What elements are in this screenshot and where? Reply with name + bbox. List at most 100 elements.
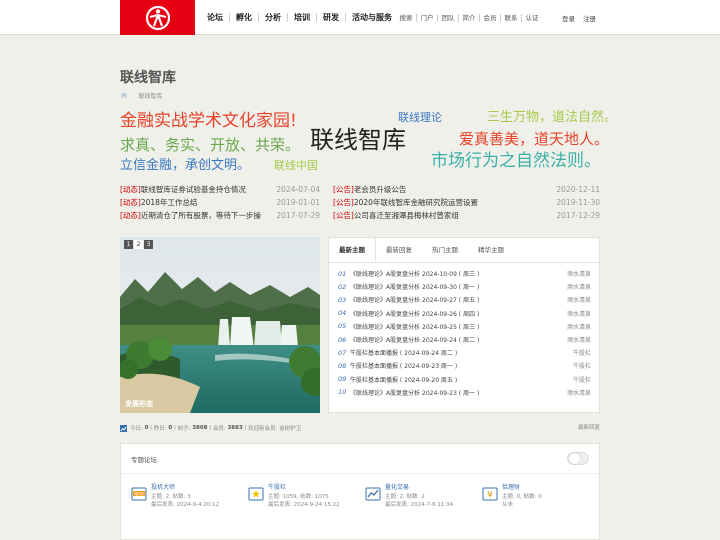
tab-latest-replies[interactable]: 最新回复 (376, 238, 422, 262)
list-item[interactable]: 09 牛股栏基本面播报 ( 2024-09-20 周五 ) 牛股栏 (338, 373, 591, 386)
board-last-post: 从未 (502, 502, 514, 508)
thread-title[interactable]: 《联线理论》A股复盘分析 2024-09-30 ( 周一 ) (350, 282, 567, 291)
thread-number: 03 (338, 295, 347, 304)
list-item[interactable]: 02 《联线理论》A股复盘分析 2024-09-30 ( 周一 ) 濒水清泉 (338, 280, 591, 293)
breadcrumb-current[interactable]: 联线智库 (138, 91, 162, 100)
collapse-toggle[interactable] (567, 452, 589, 465)
subnav-members[interactable]: 会员 (480, 13, 501, 22)
nav-events[interactable]: 活动与服务 (346, 13, 398, 22)
list-item[interactable]: 07 牛股栏基本面播报 ( 2024-09-24 周二 ) 牛股栏 (338, 346, 591, 359)
tab-featured-threads[interactable]: 精华主题 (468, 238, 514, 262)
page-title: 联线智库 (120, 70, 176, 86)
thread-title[interactable]: 《联线理论》A股复盘分析 2024-09-25 ( 周三 ) (350, 322, 567, 331)
banner-center-title: 联线智库 (310, 126, 406, 154)
thread-title[interactable]: 牛股栏基本面播报 ( 2024-09-23 周一 ) (350, 361, 573, 370)
stats-welcome[interactable]: 欢迎新会员: 金树护卫 (248, 424, 301, 432)
news-title[interactable]: 联线智库证券试验基金持仓情况 (141, 185, 246, 194)
board-counts: 主题: 1059, 帖数: 1075 (268, 493, 329, 500)
register-link[interactable]: 注册 (583, 13, 596, 23)
subnav-contact[interactable]: 联系 (501, 13, 522, 22)
thread-author[interactable]: 濒水清泉 (567, 282, 591, 291)
list-item[interactable]: 10 《联线理论》A股复盘分析 2024-09-23 ( 周一 ) 濒水清泉 (338, 386, 591, 399)
star-badge-icon (248, 487, 264, 501)
subnav-search[interactable]: 搜索 (396, 13, 417, 22)
waterfall-landscape-image[interactable] (120, 237, 320, 413)
thread-title[interactable]: 《联线理论》A股复盘分析 2024-09-23 ( 周一 ) (350, 388, 567, 397)
thread-title[interactable]: 《联线理论》A股复盘分析 2024-09-26 ( 周四 ) (350, 309, 567, 318)
subnav-about[interactable]: 简介 (459, 13, 480, 22)
thread-author[interactable]: 濒水清泉 (567, 295, 591, 304)
board-last-post[interactable]: 最后发表: 2024-7-6 11:34 (385, 501, 453, 510)
announcement-title[interactable]: 2020年联线智库金融研究院运营设置 (354, 198, 478, 207)
latest-reply-link[interactable]: 最新回复 (578, 423, 600, 433)
news-row[interactable]: [动态]近期清仓了所有股票，等待下一步操 2017-07-29 (120, 209, 320, 222)
board-name[interactable]: 量化交易 (385, 484, 453, 493)
board-item[interactable]: 牛股栏 主题: 1059, 帖数: 1075 最后发表: 2024-9-24 1… (248, 484, 365, 510)
news-date: 2017-07-29 (276, 211, 320, 220)
thread-title[interactable]: 《联线理论》A股复盘分析 2024-09-24 ( 周二 ) (350, 335, 567, 344)
thread-author[interactable]: 牛股栏 (573, 348, 591, 357)
news-date: 2024-07-04 (276, 185, 320, 194)
subnav-verify[interactable]: 认证 (522, 14, 542, 22)
home-icon[interactable] (120, 91, 128, 99)
slide-page-1[interactable]: 1 (124, 240, 133, 249)
slide-page-3[interactable]: 3 (144, 240, 153, 249)
forum-section-title[interactable]: 专题论坛 (131, 454, 157, 464)
thread-number: 05 (338, 322, 347, 331)
thread-title[interactable]: 牛股栏基本面播报 ( 2024-09-20 周五 ) (350, 375, 573, 384)
list-item[interactable]: 01 《联线理论》A股复盘分析 2024-10-09 ( 周三 ) 濒水清泉 (338, 267, 591, 280)
board-name[interactable]: 投机大师 (151, 484, 219, 493)
thread-title[interactable]: 《联线理论》A股复盘分析 2024-10-09 ( 周三 ) (350, 269, 567, 278)
news-row[interactable]: [动态]联线智库证券试验基金持仓情况 2024-07-04 (120, 183, 320, 196)
thread-author[interactable]: 牛股栏 (573, 375, 591, 384)
announcement-row[interactable]: [公告]2020年联线智库金融研究院运营设置 2019-11-30 (333, 196, 600, 209)
board-item[interactable]: NEW 投机大师 主题: 2, 帖数: 3 最后发表: 2024-9-4 20:… (131, 484, 248, 510)
thread-author[interactable]: 濒水清泉 (567, 309, 591, 318)
image-slideshow[interactable]: 1 2 3 发展形态 (120, 237, 320, 413)
subnav-team[interactable]: 团队 (438, 13, 459, 22)
announcement-title[interactable]: 老会员升级公告 (354, 185, 407, 194)
list-item[interactable]: 06 《联线理论》A股复盘分析 2024-09-24 ( 周二 ) 濒水清泉 (338, 333, 591, 346)
list-item[interactable]: 03 《联线理论》A股复盘分析 2024-09-27 ( 周五 ) 濒水清泉 (338, 293, 591, 306)
board-item[interactable]: ¥ 恰理财 主题: 0, 帖数: 0 从未 (482, 484, 599, 510)
board-name[interactable]: 恰理财 (502, 484, 542, 493)
thread-author[interactable]: 牛股栏 (573, 361, 591, 370)
nav-analysis[interactable]: 分析 (259, 13, 288, 22)
list-item[interactable]: 04 《联线理论》A股复盘分析 2024-09-26 ( 周四 ) 濒水清泉 (338, 307, 591, 320)
nav-research[interactable]: 研发 (317, 13, 346, 22)
thread-author[interactable]: 濒水清泉 (567, 388, 591, 397)
nav-forum[interactable]: 论坛 (201, 13, 230, 22)
news-title[interactable]: 近期清仓了所有股票，等待下一步操 (141, 211, 261, 220)
thread-title[interactable]: 牛股栏基本面播报 ( 2024-09-24 周二 ) (350, 348, 573, 357)
announcement-row[interactable]: [公告]老会员升级公告 2020-12-11 (333, 183, 600, 196)
thread-number: 01 (338, 269, 347, 278)
announcement-row[interactable]: [公告]公司喜迁至湘潭县梅林村曾家组 2017-12-29 (333, 209, 600, 222)
list-item[interactable]: 05 《联线理论》A股复盘分析 2024-09-25 ( 周三 ) 濒水清泉 (338, 320, 591, 333)
login-link[interactable]: 登录 (562, 13, 575, 23)
news-row[interactable]: [动态]2018年工作总结 2019-01-01 (120, 196, 320, 209)
board-last-post[interactable]: 最后发表: 2024-9-4 20:12 (151, 501, 219, 510)
list-item[interactable]: 08 牛股栏基本面播报 ( 2024-09-23 周一 ) 牛股栏 (338, 359, 591, 372)
thread-author[interactable]: 濒水清泉 (567, 322, 591, 331)
board-last-post[interactable]: 最后发表: 2024-9-24 15:22 (268, 501, 340, 510)
tab-hot-threads[interactable]: 热门主题 (422, 238, 468, 262)
nav-incubate[interactable]: 孵化 (230, 13, 259, 22)
site-logo[interactable] (120, 0, 195, 35)
nav-training[interactable]: 培训 (288, 13, 317, 22)
tab-latest-threads[interactable]: 最新主题 (329, 238, 376, 262)
announcement-title[interactable]: 公司喜迁至湘潭县梅林村曾家组 (354, 211, 459, 220)
news-title[interactable]: 2018年工作总结 (141, 198, 198, 207)
board-item[interactable]: 量化交易 主题: 2, 帖数: 2 最后发表: 2024-7-6 11:34 (365, 484, 482, 510)
subnav-portal[interactable]: 门户 (417, 13, 438, 22)
banner-right-2: 爱真善美，道天地人。 (459, 130, 610, 148)
board-list: NEW 投机大师 主题: 2, 帖数: 3 最后发表: 2024-9-4 20:… (121, 474, 599, 510)
stats-yesterday: 0 (168, 425, 173, 431)
slide-caption[interactable]: 发展形态 (125, 399, 153, 409)
thread-author[interactable]: 濒水清泉 (567, 335, 591, 344)
slide-page-2[interactable]: 2 (134, 240, 143, 249)
board-name[interactable]: 牛股栏 (268, 484, 340, 493)
thread-author[interactable]: 濒水清泉 (567, 269, 591, 278)
banner-theory: 联线理论 (398, 111, 442, 124)
stats-yesterday-label: 昨日: (153, 426, 167, 432)
thread-title[interactable]: 《联线理论》A股复盘分析 2024-09-27 ( 周五 ) (350, 295, 567, 304)
